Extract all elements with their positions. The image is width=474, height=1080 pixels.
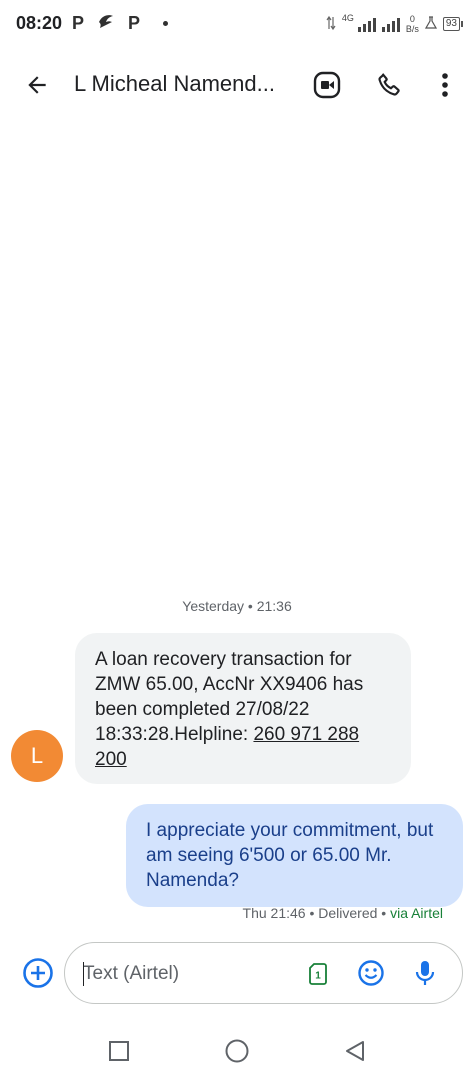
outgoing-message-bubble[interactable]: I appreciate your commitment, but am see… <box>126 804 463 907</box>
bird-notification-icon <box>97 12 115 35</box>
nav-back-button[interactable] <box>340 1036 370 1066</box>
carrier-label: via Airtel <box>390 905 443 921</box>
recents-button[interactable] <box>104 1036 134 1066</box>
status-bar: 08:20 P P 4G 0 B/s 93 <box>0 0 474 48</box>
more-options-button[interactable] <box>428 68 462 102</box>
delivery-status: Thu 21:46 • Delivered • via Airtel <box>243 905 443 921</box>
square-icon <box>109 1041 129 1061</box>
speed-unit: B/s <box>405 24 419 34</box>
data-arrows-icon <box>326 15 336 34</box>
home-button[interactable] <box>222 1036 252 1066</box>
notification-app-icon: P <box>128 13 141 33</box>
sim-number: 1 <box>315 971 321 982</box>
message-timestamp: Yesterday • 21:36 <box>182 598 292 614</box>
video-call-icon <box>313 71 341 99</box>
plus-circle-icon <box>23 958 53 988</box>
more-notifications-dot-icon <box>163 21 169 26</box>
flask-icon <box>424 15 437 33</box>
notification-app-icon: P <box>72 13 85 33</box>
arrow-left-icon <box>28 76 46 94</box>
back-button[interactable] <box>20 68 54 102</box>
delivery-status-text: Thu 21:46 • Delivered • <box>242 905 391 921</box>
contact-avatar[interactable]: L <box>11 730 63 782</box>
status-notification-icons: P P <box>72 12 169 35</box>
sim-card-icon: 1 <box>309 963 327 985</box>
more-vert-icon <box>442 73 448 97</box>
network-speed: 0 B/s <box>406 14 419 34</box>
phone-icon <box>378 73 400 96</box>
text-cursor <box>83 962 84 986</box>
add-attachment-button[interactable] <box>21 956 55 990</box>
battery-icon: 93 <box>442 17 464 31</box>
voice-message-button[interactable] <box>409 957 441 989</box>
status-time: 08:20 <box>16 13 63 33</box>
triangle-back-icon <box>346 1041 364 1061</box>
outgoing-message-text: I appreciate your commitment, but am see… <box>146 820 434 891</box>
circle-icon <box>225 1039 249 1063</box>
app-bar: L Micheal Namend... <box>0 56 474 114</box>
emoji-button[interactable] <box>355 957 387 989</box>
video-call-button[interactable] <box>310 68 344 102</box>
system-navigation-bar <box>0 1020 474 1080</box>
network-type: 4G <box>341 13 354 23</box>
signal-strength-2-icon <box>381 16 400 32</box>
message-input[interactable] <box>83 961 283 987</box>
call-button[interactable] <box>372 68 406 102</box>
contact-title[interactable]: L Micheal Namend... <box>74 71 294 97</box>
speed-value: 0 <box>409 14 415 24</box>
microphone-icon <box>415 961 435 985</box>
emoji-icon <box>358 960 384 986</box>
sim-select-button[interactable]: 1 <box>305 961 331 987</box>
status-system-icons: 4G 0 B/s 93 <box>326 13 464 34</box>
compose-field[interactable]: 1 <box>64 942 463 1004</box>
incoming-message-bubble[interactable]: A loan recovery transaction for ZMW 65.0… <box>75 633 411 784</box>
signal-strength-icon <box>357 16 376 32</box>
